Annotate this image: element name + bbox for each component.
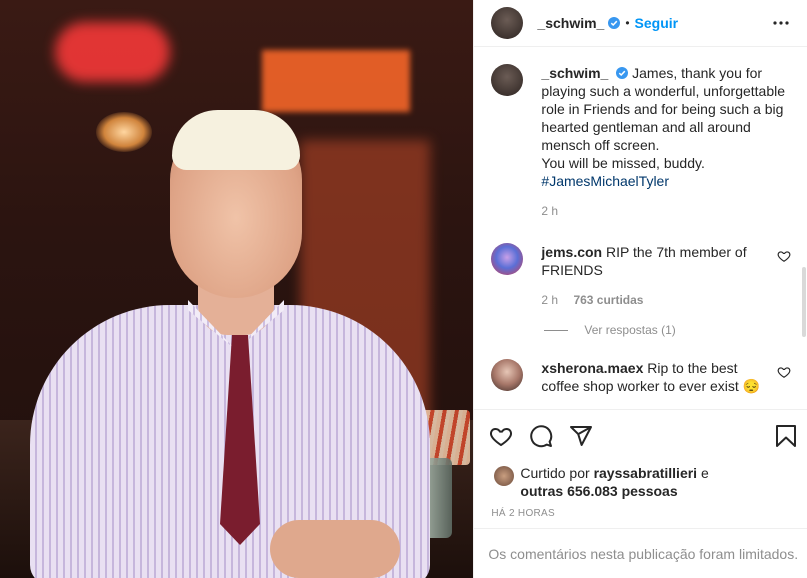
verified-icon [608, 17, 621, 29]
follow-button[interactable]: Seguir [635, 15, 679, 31]
comments-section[interactable]: _schwim_ James, thank you for playing su… [474, 47, 807, 409]
background-neon-sign [55, 22, 170, 82]
commenter-avatar[interactable] [491, 359, 524, 391]
commenter-avatar[interactable] [491, 243, 524, 275]
view-replies-button[interactable]: Ver respostas (1) [544, 323, 807, 337]
post-header: _schwim_ • Seguir [474, 0, 807, 47]
caption: _schwim_ James, thank you for playing su… [474, 47, 807, 190]
comment-like-heart-icon[interactable] [777, 249, 791, 263]
comment-like-heart-icon[interactable] [777, 365, 791, 379]
likes-prefix: Curtido por [520, 465, 590, 481]
portrait-person [30, 110, 450, 578]
separator-dot: • [625, 16, 630, 30]
heart-icon[interactable] [488, 423, 514, 449]
caption-avatar[interactable] [491, 64, 524, 96]
instagram-post: _schwim_ • Seguir _schwim_ James, thank … [0, 0, 807, 578]
verified-icon [616, 67, 629, 79]
author-info: _schwim_ • Seguir [537, 15, 678, 31]
comment-likes[interactable]: 763 curtidas [573, 293, 643, 307]
post-timestamp[interactable]: HÁ 2 HORAS [491, 508, 807, 519]
likes-count[interactable]: outras 656.083 pessoas [520, 483, 677, 499]
likes-text: Curtido por rayssabratillieri e outras 6… [520, 464, 708, 500]
comments-scrollbar[interactable] [801, 47, 807, 409]
share-icon[interactable] [568, 423, 594, 449]
comment-icon[interactable] [528, 423, 554, 449]
caption-time[interactable]: 2 h [541, 204, 558, 218]
scrollbar-thumb[interactable] [802, 267, 806, 337]
view-replies-label: Ver respostas (1) [584, 323, 676, 337]
likes-summary: Curtido por rayssabratillieri e outras 6… [474, 464, 807, 500]
likes-conjunction: e [700, 465, 709, 481]
comment-time[interactable]: 2 h [541, 293, 558, 307]
action-icons [474, 410, 807, 462]
comment-text: jems.con RIP the 7th member of FRIENDS [541, 243, 763, 279]
bleached-hair [172, 110, 300, 170]
comment-text: xsherona.maex Rip to the best coffee sho… [541, 359, 763, 395]
author-avatar[interactable] [491, 7, 524, 39]
more-options-icon[interactable] [769, 11, 793, 35]
clasped-hands [270, 520, 400, 578]
liker-avatar[interactable] [494, 466, 515, 486]
caption-username[interactable]: _schwim_ [541, 65, 608, 81]
post-side-panel: _schwim_ • Seguir _schwim_ James, thank … [473, 0, 807, 578]
comments-limited-notice: Os comentários nesta publicação foram li… [474, 528, 807, 578]
post-actions: Curtido por rayssabratillieri e outras 6… [474, 409, 807, 519]
author-username[interactable]: _schwim_ [537, 15, 604, 31]
commenter-username[interactable]: jems.con [541, 244, 602, 260]
caption-text: _schwim_ James, thank you for playing su… [541, 64, 791, 190]
commenter-username[interactable]: xsherona.maex [541, 360, 643, 376]
background-window [262, 50, 410, 112]
caption-hashtag[interactable]: #JamesMichaelTyler [541, 173, 669, 189]
comment-item: xsherona.maex Rip to the best coffee sho… [474, 359, 807, 395]
post-photo[interactable] [0, 0, 474, 578]
caption-meta: 2 h [541, 204, 807, 218]
caption-line-2: You will be missed, buddy. [541, 155, 705, 171]
comment-meta: 2 h 763 curtidas [541, 293, 807, 307]
bookmark-icon[interactable] [773, 423, 799, 449]
replies-line [544, 329, 569, 331]
comment-item: jems.con RIP the 7th member of FRIENDS [474, 243, 807, 279]
liker-username[interactable]: rayssabratillieri [594, 465, 698, 481]
